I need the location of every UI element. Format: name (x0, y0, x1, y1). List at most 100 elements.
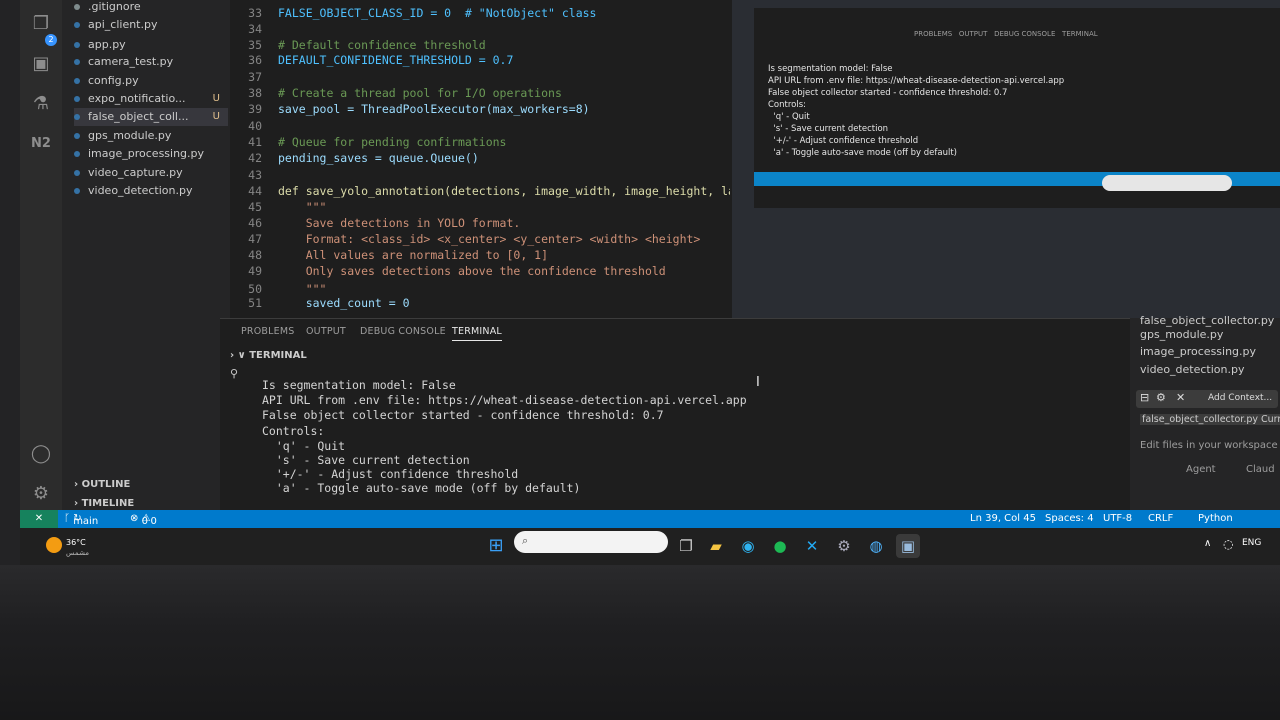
pin-icon[interactable]: ⚲ (230, 367, 238, 380)
code-line[interactable]: FALSE_OBJECT_CLASS_ID = 0 # "NotObject" … (278, 6, 597, 20)
monitor-bottom-bezel (0, 565, 1280, 720)
explorer-icon[interactable]: ❐ 2 (29, 12, 57, 46)
account-icon[interactable]: ◯ (29, 442, 53, 466)
terminal-line: 'q' - Quit (262, 439, 346, 453)
line-number: 50 (248, 282, 262, 296)
language-mode[interactable]: Python (1198, 513, 1233, 524)
code-line[interactable]: # Default confidence threshold (278, 38, 486, 52)
remote-explorer-icon[interactable]: ▣ (29, 52, 53, 76)
weather-temp[interactable]: 36°C (66, 538, 86, 547)
cursor-position[interactable]: Ln 39, Col 45 (970, 513, 1036, 524)
tab-output[interactable]: OUTPUT (306, 326, 346, 337)
file-item[interactable]: expo_notificatio... U (74, 90, 228, 108)
file-item[interactable]: gps_module.py (74, 127, 228, 145)
file-item-active[interactable]: false_object_coll... U (74, 108, 228, 126)
manage-gear-icon[interactable]: ⚙ (29, 482, 53, 506)
secondary-terminal-line: 'q' - Quit (768, 112, 810, 122)
indentation[interactable]: Spaces: 4 (1045, 513, 1094, 524)
agent-mode-select[interactable]: Agent (1186, 464, 1216, 475)
text-cursor-icon: I (756, 375, 760, 390)
branch-indicator[interactable]: ᚴ main ↻ (64, 513, 98, 527)
vscode-icon[interactable]: ✕ (800, 534, 824, 558)
line-number: 46 (248, 216, 262, 230)
tab-problems[interactable]: PROBLEMS (241, 326, 294, 337)
code-line[interactable]: save_pool = ThreadPoolExecutor(max_worke… (278, 102, 590, 116)
file-item[interactable]: app.py (74, 36, 228, 54)
code-line[interactable]: # Create a thread pool for I/O operation… (278, 86, 562, 100)
edge-browser-icon[interactable]: ◉ (736, 534, 760, 558)
task-view-icon[interactable]: ❐ (674, 534, 698, 558)
line-number: 34 (248, 22, 262, 36)
tray-chevron-icon[interactable]: ∧ (1204, 538, 1211, 549)
file-item[interactable]: .gitignore (74, 0, 228, 16)
attach-icon[interactable]: ⊟ (1140, 391, 1149, 404)
file-item[interactable]: video_detection.py (74, 182, 228, 200)
git-status-untracked: U (212, 111, 220, 122)
current-file-chip[interactable]: false_object_collector.py Current (1140, 414, 1280, 425)
wifi-icon[interactable]: ◌ (1223, 537, 1233, 551)
line-ending[interactable]: CRLF (1148, 513, 1173, 524)
model-select[interactable]: Claud (1246, 464, 1275, 475)
line-number: 51 (248, 296, 262, 310)
file-item[interactable]: camera_test.py (74, 53, 228, 71)
code-line[interactable]: Format: <class_id> <x_center> <y_center>… (278, 232, 701, 246)
line-number: 41 (248, 135, 262, 149)
code-line[interactable]: DEFAULT_CONFIDENCE_THRESHOLD = 0.7 (278, 53, 513, 67)
code-line[interactable]: """ (278, 282, 327, 296)
tab-debug-console[interactable]: DEBUG CONSOLE (360, 326, 446, 337)
chat-file-item[interactable]: image_processing.py (1140, 345, 1256, 358)
tab-terminal[interactable]: TERMINAL (452, 326, 502, 341)
terminal-line: 'a' - Toggle auto-save mode (off by defa… (262, 481, 581, 495)
settings-gear-icon[interactable]: ⚙ (832, 534, 856, 558)
chat-input-placeholder[interactable]: Edit files in your workspace in a (1140, 440, 1280, 451)
code-editor[interactable]: 33 FALSE_OBJECT_CLASS_ID = 0 # "NotObject… (230, 0, 730, 318)
problems-indicator[interactable]: ⊗ 0 ⚠ 0 (130, 513, 157, 527)
python-file-icon (74, 59, 80, 65)
secondary-terminal-line: 's' - Save current detection (768, 124, 889, 134)
chat-file-item[interactable]: video_detection.py (1140, 363, 1244, 376)
add-context-button[interactable]: Add Context... (1208, 393, 1272, 403)
chat-file-item[interactable]: gps_module.py (1140, 328, 1223, 341)
file-item[interactable]: video_capture.py (74, 164, 228, 182)
code-line[interactable]: Only saves detections above the confiden… (278, 264, 666, 278)
code-line[interactable]: pending_saves = queue.Queue() (278, 151, 479, 165)
terminal-line: '+/-' - Adjust confidence threshold (262, 467, 519, 481)
file-item[interactable]: image_processing.py (74, 145, 228, 163)
python-file-icon (74, 22, 80, 28)
terminal-section-header[interactable]: › ∨ TERMINAL (230, 350, 307, 361)
file-item[interactable]: config.py (74, 72, 228, 90)
code-line[interactable]: Save detections in YOLO format. (278, 216, 521, 230)
weather-icon[interactable] (46, 537, 62, 553)
line-number: 39 (248, 102, 262, 116)
spotify-icon[interactable]: ● (768, 534, 792, 558)
search-box[interactable]: ⌕ (514, 531, 668, 553)
start-windows-icon[interactable]: ⊞ (484, 534, 508, 558)
secondary-terminal-line: False object collector started - confide… (768, 88, 1008, 98)
app-icon-active[interactable]: ▣ (896, 534, 920, 558)
encoding[interactable]: UTF-8 (1103, 513, 1132, 524)
line-number: 40 (248, 119, 262, 133)
timeline-section[interactable]: › TIMELINE (74, 498, 134, 509)
code-line[interactable]: saved_count = 0 (278, 296, 410, 310)
activity-bar: ❐ 2 ▣ ⚗ N2 ◯ ⚙ (20, 0, 62, 510)
code-line[interactable]: """ (278, 200, 327, 214)
code-line[interactable]: # Queue for pending confirmations (278, 135, 506, 149)
testing-icon[interactable]: ⚗ (29, 92, 53, 116)
browser-icon[interactable]: ◍ (864, 534, 888, 558)
language-indicator[interactable]: ENG (1242, 538, 1261, 548)
bottom-panel: PROBLEMS OUTPUT DEBUG CONSOLE TERMINAL ›… (220, 318, 1280, 511)
file-explorer-icon[interactable]: ▰ (704, 534, 728, 558)
close-icon[interactable]: ✕ (1176, 391, 1185, 404)
code-line[interactable]: def save_yolo_annotation(detections, ima… (278, 184, 730, 198)
line-number: 44 (248, 184, 262, 198)
code-line[interactable]: All values are normalized to [0, 1] (278, 248, 548, 262)
file-item[interactable]: api_client.py (74, 16, 228, 34)
line-number: 35 (248, 38, 262, 52)
remote-indicator-icon[interactable]: ✕ (20, 510, 58, 528)
settings-icon[interactable]: ⚙ (1156, 391, 1166, 404)
secondary-terminal-line: '+/-' - Adjust confidence threshold (768, 136, 919, 146)
chat-file-item[interactable]: false_object_collector.py (1140, 314, 1274, 327)
outline-section[interactable]: › OUTLINE (74, 479, 130, 490)
line-number: 42 (248, 151, 262, 165)
n2-extension-icon[interactable]: N2 (29, 132, 53, 156)
